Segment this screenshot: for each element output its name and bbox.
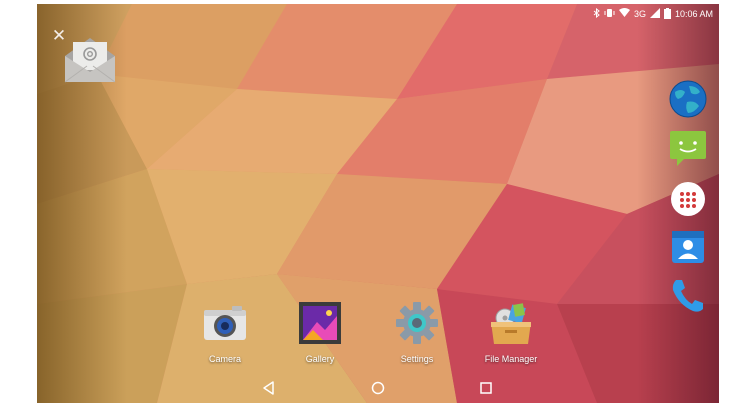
clock: 10:06 AM bbox=[674, 8, 713, 19]
contacts-icon[interactable] bbox=[669, 228, 707, 266]
phone-icon[interactable] bbox=[669, 276, 707, 314]
app-gallery[interactable]: Gallery bbox=[280, 300, 360, 364]
email-icon[interactable] bbox=[63, 34, 117, 84]
vibrate-icon bbox=[604, 8, 615, 20]
app-label-settings: Settings bbox=[400, 354, 434, 364]
file-manager-icon bbox=[488, 300, 534, 346]
messaging-icon[interactable] bbox=[669, 129, 707, 167]
signal-icon bbox=[649, 8, 660, 20]
navigation-bar bbox=[37, 373, 719, 403]
camera-icon bbox=[202, 300, 248, 346]
app-label-camera: Camera bbox=[208, 354, 241, 364]
network-type: 3G bbox=[633, 8, 646, 19]
app-drawer-icon[interactable] bbox=[669, 180, 707, 218]
browser-globe-icon[interactable] bbox=[669, 80, 707, 118]
gallery-icon bbox=[297, 300, 343, 346]
wifi-icon bbox=[618, 8, 630, 20]
app-label-gallery: Gallery bbox=[305, 354, 335, 364]
settings-icon bbox=[394, 300, 440, 346]
app-camera[interactable]: Camera bbox=[185, 300, 265, 364]
home-icon[interactable] bbox=[368, 378, 388, 398]
app-label-file-manager: File Manager bbox=[484, 354, 538, 364]
home-screen: 3G 10:06 AM ✕ Camera Gallery Settings Fi… bbox=[37, 4, 719, 403]
recents-icon[interactable] bbox=[476, 378, 496, 398]
app-settings[interactable]: Settings bbox=[377, 300, 457, 364]
status-bar: 3G 10:06 AM bbox=[593, 4, 713, 24]
battery-icon bbox=[663, 7, 671, 21]
bluetooth-icon bbox=[593, 7, 600, 20]
back-icon[interactable] bbox=[259, 378, 279, 398]
app-file-manager[interactable]: File Manager bbox=[471, 300, 551, 364]
